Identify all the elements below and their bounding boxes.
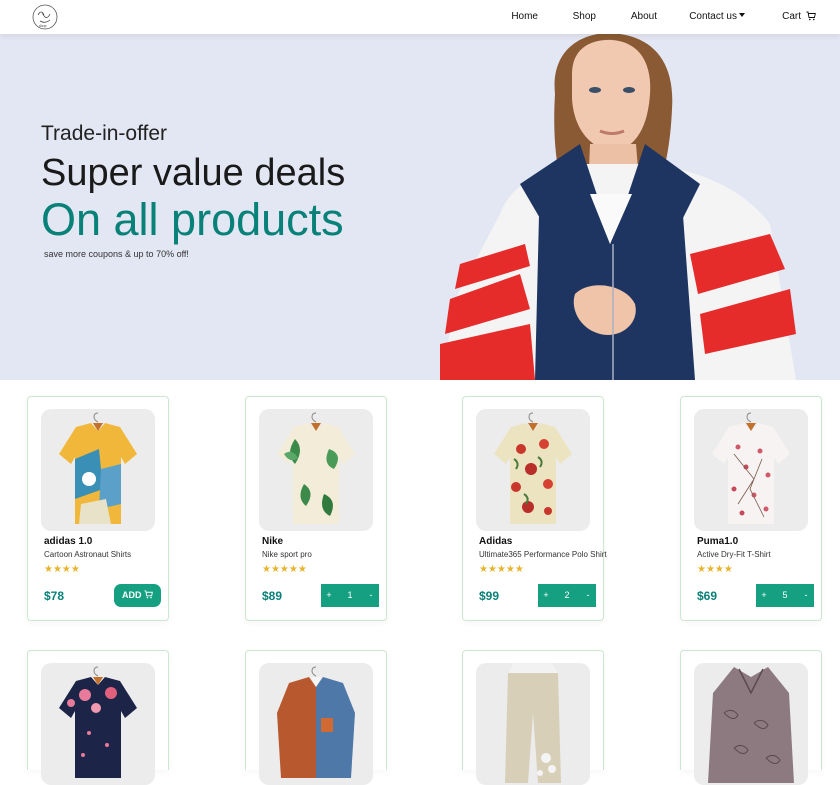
caret-down-icon xyxy=(739,13,745,17)
hero-note: save more coupons & up to 70% off! xyxy=(44,249,189,259)
qty-value: 1 xyxy=(347,590,353,600)
add-to-cart-label: ADD xyxy=(121,590,142,600)
product-card[interactable]: adidas 1.0 Cartoon Astronaut Shirts ★★★★… xyxy=(27,396,169,621)
qty-increase-button[interactable]: + xyxy=(756,584,772,607)
quantity-stepper: + 1 - xyxy=(321,584,379,607)
svg-text:shop: shop xyxy=(39,23,47,28)
product-name: Cartoon Astronaut Shirts xyxy=(44,550,132,559)
top-navbar: shop Home Shop About Contact us Cart xyxy=(0,0,840,34)
product-image xyxy=(476,663,590,785)
product-image xyxy=(476,409,590,531)
product-card[interactable] xyxy=(27,650,169,785)
qty-decrease-button[interactable]: - xyxy=(580,584,596,607)
qty-decrease-button[interactable]: - xyxy=(363,584,379,607)
product-brand: Puma1.0 xyxy=(697,536,739,547)
nav-home[interactable]: Home xyxy=(511,11,538,22)
nav-about[interactable]: About xyxy=(631,11,657,22)
product-price: $99 xyxy=(479,589,500,603)
quantity-stepper: + 2 - xyxy=(538,584,596,607)
product-image xyxy=(694,663,808,785)
hero-title: Super value deals xyxy=(41,152,346,194)
nav-contact-dropdown[interactable]: Contact us xyxy=(689,11,745,22)
product-price: $78 xyxy=(44,589,65,603)
product-price: $69 xyxy=(697,589,718,603)
product-card[interactable] xyxy=(245,650,387,785)
cart-icon xyxy=(144,590,153,599)
product-image xyxy=(41,663,155,785)
product-image xyxy=(694,409,808,531)
hero-model-image xyxy=(440,34,796,380)
rating-stars: ★★★★ xyxy=(697,564,733,575)
nav-cart[interactable]: Cart xyxy=(782,11,816,22)
product-name: Ultimate365 Performance Polo Shirt xyxy=(479,550,607,559)
nav-cart-label: Cart xyxy=(782,11,801,22)
rating-stars: ★★★★ xyxy=(44,564,80,575)
quantity-stepper: + 5 - xyxy=(756,584,814,607)
product-brand: adidas 1.0 xyxy=(44,536,93,547)
product-brand: Adidas xyxy=(479,536,513,547)
add-to-cart-button[interactable]: ADD xyxy=(114,584,161,607)
hero-banner: Trade-in-offer Super value deals On all … xyxy=(0,34,840,380)
product-card[interactable]: Puma1.0 Active Dry-Fit T-Shirt ★★★★ $69 … xyxy=(680,396,822,621)
rating-stars: ★★★★★ xyxy=(262,564,307,575)
hero-kicker: Trade-in-offer xyxy=(41,122,168,145)
product-card[interactable]: Adidas Ultimate365 Performance Polo Shir… xyxy=(462,396,607,621)
cart-icon xyxy=(806,11,816,21)
product-image xyxy=(41,409,155,531)
product-card[interactable]: Nike Nike sport pro ★★★★★ $89 + 1 - xyxy=(245,396,387,621)
nav-contact-label: Contact us xyxy=(689,11,737,22)
product-name: Nike sport pro xyxy=(262,550,312,559)
qty-increase-button[interactable]: + xyxy=(538,584,554,607)
product-name: Active Dry-Fit T-Shirt xyxy=(697,550,771,559)
qty-value: 2 xyxy=(564,590,570,600)
qty-increase-button[interactable]: + xyxy=(321,584,337,607)
product-brand: Nike xyxy=(262,536,284,547)
product-card[interactable] xyxy=(680,650,822,785)
rating-stars: ★★★★★ xyxy=(479,564,524,575)
product-image xyxy=(259,409,373,531)
hero-subtitle: On all products xyxy=(41,194,344,245)
product-card[interactable] xyxy=(462,650,604,785)
nav-shop[interactable]: Shop xyxy=(573,11,596,22)
product-price: $89 xyxy=(262,589,283,603)
product-image xyxy=(259,663,373,785)
qty-decrease-button[interactable]: - xyxy=(798,584,814,607)
shop-logo[interactable]: shop xyxy=(30,3,60,31)
qty-value: 5 xyxy=(782,590,788,600)
